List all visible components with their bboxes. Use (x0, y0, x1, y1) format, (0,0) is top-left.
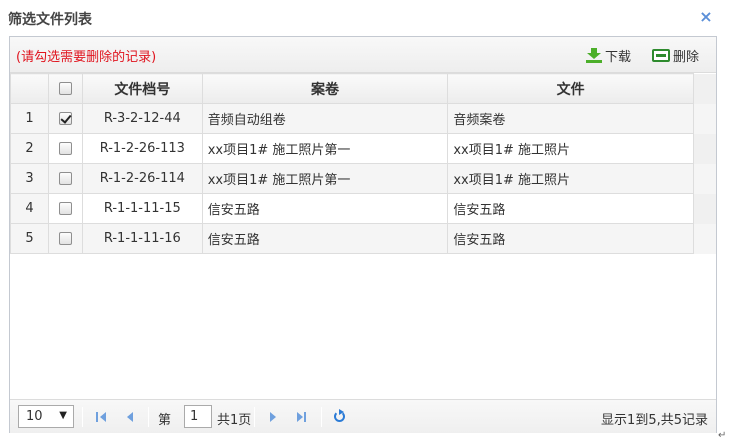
select-all-checkbox[interactable] (58, 82, 72, 95)
cell-code: R-3-2-12-44 (81, 103, 203, 134)
cell-code: R-1-1-11-16 (81, 223, 203, 254)
cell-file: 信安五路 (447, 193, 694, 224)
delete-notice: (请勾选需要删除的记录) (16, 50, 157, 65)
file-list-panel: (请勾选需要删除的记录) 下载 删除 文件档号 案卷 文件 1 R-3-2-12… (9, 36, 717, 433)
row-checkbox-cell[interactable] (47, 223, 83, 254)
select-all-checkbox-cell[interactable] (47, 73, 83, 104)
toolbar: (请勾选需要删除的记录) 下载 删除 (10, 37, 716, 73)
page-prefix-label: 第 (158, 413, 172, 428)
file-grid: 文件档号 案卷 文件 1 R-3-2-12-44 音频自动组卷 音频案卷 2 R-1-2-… (10, 73, 716, 254)
cell-file: xx项目1# 施工照片 (447, 163, 694, 194)
pager-separator (148, 407, 149, 427)
table-row[interactable]: 3 R-1-2-26-114 xx项目1# 施工照片第一 xx项目1# 施工照片 (10, 163, 716, 194)
cell-file: 音频案卷 (447, 103, 694, 134)
table-row[interactable]: 5 R-1-1-11-16 信安五路 信安五路 (10, 223, 716, 254)
cell-volume: 信安五路 (201, 193, 449, 224)
row-gutter (693, 193, 716, 224)
pagination-bar: 10 ▼ 第 共1页 显示1到5, (10, 399, 716, 433)
column-header-volume[interactable]: 案卷 (201, 73, 449, 104)
rownum-header (10, 73, 49, 104)
page-total-label: 共1页 (217, 413, 252, 428)
row-checkbox-cell[interactable] (47, 103, 83, 134)
cell-volume: 信安五路 (201, 223, 449, 254)
row-checkbox-cell[interactable] (47, 163, 83, 194)
row-checkbox[interactable] (58, 172, 72, 185)
filter-file-dialog: 筛选文件列表 × (请勾选需要删除的记录) 下载 删除 文件档号 案卷 文件 1… (0, 0, 732, 445)
row-gutter (693, 163, 716, 194)
cell-volume: xx项目1# 施工照片第一 (201, 133, 449, 164)
pager-separator (82, 407, 83, 427)
delete-icon (652, 48, 670, 62)
row-number: 5 (10, 223, 49, 254)
download-label: 下载 (605, 49, 632, 65)
first-page-icon[interactable] (94, 409, 110, 425)
row-checkbox[interactable] (58, 202, 72, 215)
row-checkbox-cell[interactable] (47, 133, 83, 164)
column-header-file[interactable]: 文件 (447, 73, 694, 104)
table-header-row: 文件档号 案卷 文件 (10, 73, 716, 104)
pager-separator (321, 407, 322, 427)
table-row[interactable]: 2 R-1-2-26-113 xx项目1# 施工照片第一 xx项目1# 施工照片 (10, 133, 716, 164)
row-checkbox[interactable] (58, 112, 72, 125)
page-size-value: 10 (26, 409, 43, 424)
pager-separator (254, 407, 255, 427)
page-size-select[interactable]: 10 ▼ (18, 405, 74, 428)
table-row[interactable]: 1 R-3-2-12-44 音频自动组卷 音频案卷 (10, 103, 716, 134)
file-table: 文件档号 案卷 文件 1 R-3-2-12-44 音频自动组卷 音频案卷 2 R-1-2-… (10, 73, 716, 254)
row-checkbox-cell[interactable] (47, 193, 83, 224)
corner-mark: ↵ (718, 430, 727, 441)
prev-page-icon[interactable] (122, 409, 138, 425)
cell-code: R-1-1-11-15 (81, 193, 203, 224)
cell-volume: 音频自动组卷 (201, 103, 449, 134)
row-gutter (693, 223, 716, 254)
row-number: 1 (10, 103, 49, 134)
column-header-code[interactable]: 文件档号 (81, 73, 203, 104)
row-gutter (693, 133, 716, 164)
row-number: 2 (10, 133, 49, 164)
cell-volume: xx项目1# 施工照片第一 (201, 163, 449, 194)
dropdown-arrow-icon: ▼ (59, 410, 67, 421)
download-button[interactable]: 下载 (586, 45, 631, 65)
cell-file: 信安五路 (447, 223, 694, 254)
delete-label: 删除 (673, 49, 700, 65)
page-info-text: 显示1到5,共5记录 (601, 413, 708, 428)
dialog-title: 筛选文件列表 (8, 12, 92, 28)
close-button[interactable]: × (698, 8, 714, 26)
dialog-title-bar: 筛选文件列表 × (0, 0, 732, 36)
cell-file: xx项目1# 施工照片 (447, 133, 694, 164)
page-number-input[interactable] (184, 405, 212, 428)
row-checkbox[interactable] (58, 232, 72, 245)
row-checkbox[interactable] (58, 142, 72, 155)
delete-button[interactable]: 删除 (652, 45, 699, 65)
cell-code: R-1-2-26-113 (81, 133, 203, 164)
row-gutter (693, 103, 716, 134)
row-number: 4 (10, 193, 49, 224)
last-page-icon[interactable] (294, 409, 310, 425)
header-gutter (693, 73, 716, 104)
row-number: 3 (10, 163, 49, 194)
next-page-icon[interactable] (265, 409, 281, 425)
cell-code: R-1-2-26-114 (81, 163, 203, 194)
download-icon (586, 47, 602, 63)
table-row[interactable]: 4 R-1-1-11-15 信安五路 信安五路 (10, 193, 716, 224)
refresh-icon[interactable] (332, 408, 348, 424)
